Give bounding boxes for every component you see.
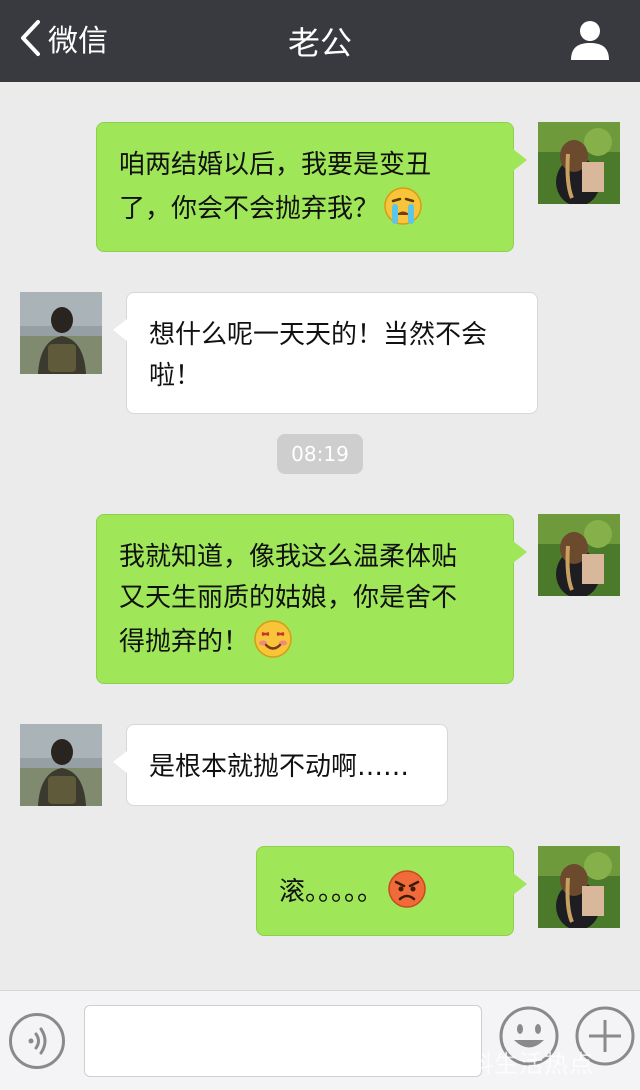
outgoing-message-bubble[interactable]: 咱两结婚以后，我要是变丑 了，你会不会抛弃我？ bbox=[96, 122, 527, 252]
nav-bar: 微信 老公 bbox=[0, 0, 640, 82]
smiling-face-emoji-icon bbox=[253, 619, 293, 659]
back-button[interactable]: 微信 bbox=[18, 18, 108, 59]
message-line: 滚。。。。。 bbox=[279, 877, 384, 907]
message-line: 啦！ bbox=[149, 361, 202, 391]
voice-wave-icon bbox=[28, 1027, 47, 1055]
message-line: 了，你会不会抛弃我？ bbox=[119, 194, 380, 224]
message-line: 咱两结婚以后，我要是变丑 bbox=[119, 150, 432, 180]
my-avatar[interactable] bbox=[538, 122, 620, 204]
message-list[interactable]: 咱两结婚以后，我要是变丑 了，你会不会抛弃我？ 想什么呢一天天的！当然不会 啦！… bbox=[0, 82, 640, 990]
message-timestamp: 08:19 bbox=[277, 434, 363, 474]
contact-profile-icon[interactable] bbox=[568, 18, 612, 62]
my-avatar[interactable] bbox=[538, 514, 620, 596]
emoji-picker-icon[interactable] bbox=[498, 1005, 560, 1067]
my-avatar[interactable] bbox=[538, 846, 620, 928]
message-line: 是根本就抛不动啊…… bbox=[149, 752, 410, 782]
incoming-message-bubble[interactable]: 想什么呢一天天的！当然不会 啦！ bbox=[113, 292, 538, 414]
outgoing-message-bubble[interactable]: 滚。。。。。 bbox=[256, 846, 527, 936]
message-line: 想什么呢一天天的！当然不会 bbox=[149, 320, 488, 350]
angry-face-emoji-icon bbox=[387, 869, 427, 909]
message-input[interactable] bbox=[84, 1005, 482, 1077]
back-label: 微信 bbox=[48, 24, 108, 59]
contact-avatar[interactable] bbox=[20, 724, 102, 806]
message-line: 我就知道，像我这么温柔体贴 bbox=[119, 542, 458, 572]
input-bar bbox=[0, 990, 640, 1090]
chevron-left-icon bbox=[21, 20, 40, 56]
plus-icon[interactable] bbox=[574, 1005, 636, 1067]
incoming-message-bubble[interactable]: 是根本就抛不动啊…… bbox=[113, 724, 448, 806]
contact-avatar[interactable] bbox=[20, 292, 102, 374]
crying-face-emoji-icon bbox=[383, 186, 423, 226]
message-line: 得抛弃的！ bbox=[119, 627, 250, 657]
message-line: 又天生丽质的姑娘，你是舍不 bbox=[119, 583, 458, 613]
outgoing-message-bubble[interactable]: 我就知道，像我这么温柔体贴 又天生丽质的姑娘，你是舍不 得抛弃的！ bbox=[96, 514, 527, 684]
voice-input-button[interactable] bbox=[9, 1013, 65, 1069]
